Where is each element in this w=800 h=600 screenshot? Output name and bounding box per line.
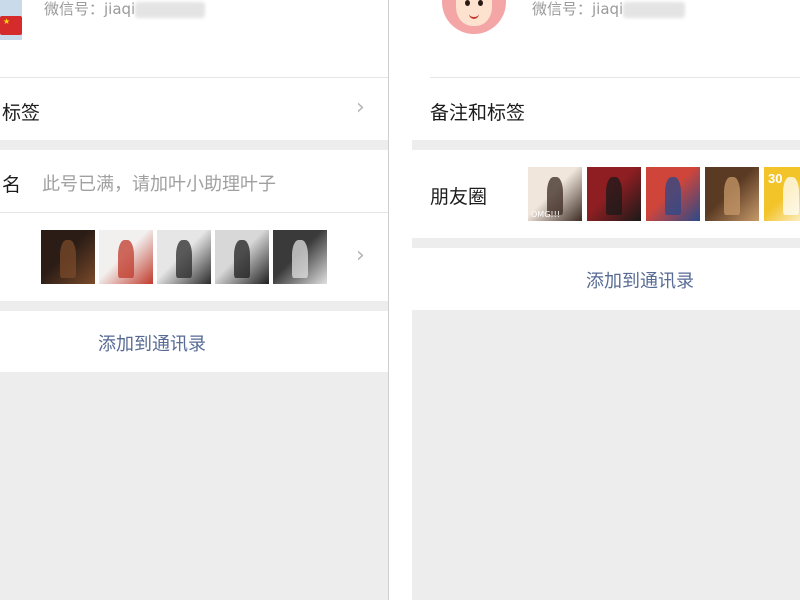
photo-poster-icon[interactable] xyxy=(41,230,95,284)
moments-label: 朋友圈 xyxy=(430,186,488,208)
photo-man-suit-dark-icon[interactable] xyxy=(273,230,327,284)
panel-divider xyxy=(388,0,412,600)
photo-figure xyxy=(605,176,623,215)
wechat-id: 微信号：jiaqi xyxy=(44,0,206,19)
photo-portrait-icon[interactable] xyxy=(705,167,759,221)
avatar-eye xyxy=(465,0,470,6)
photo-yellow-poster-icon[interactable]: 30 xyxy=(764,167,800,221)
photo-man-tuxedo-icon[interactable] xyxy=(215,230,269,284)
photo-figure xyxy=(546,176,564,215)
chevron-right-icon: › xyxy=(356,95,365,120)
china-flag-icon: ★ xyxy=(0,16,22,35)
add-contact-row[interactable]: 添加到通讯录 xyxy=(0,311,388,372)
tags-row[interactable]: 标签 › xyxy=(0,78,388,140)
photo-figure xyxy=(175,239,193,278)
add-contact-button[interactable]: 添加到通讯录 xyxy=(586,267,694,293)
signature-value: 此号已满，请加叶小助理叶子 xyxy=(42,174,276,195)
wechat-id: 微信号：jiaqi xyxy=(532,0,686,19)
avatar-eye xyxy=(478,0,483,6)
redacted-id xyxy=(135,1,206,18)
photo-figure xyxy=(233,239,251,278)
signature-label: 名 xyxy=(2,174,22,196)
photo-caption: OMG!!! xyxy=(531,210,561,219)
photo-stage-red-icon[interactable] xyxy=(587,167,641,221)
wechat-id-text: 微信号：jiaqi xyxy=(532,0,624,18)
photo-figure xyxy=(782,176,800,215)
right-profile-panel: 微信号：jiaqi 备注和标签 朋友圈 OMG!!! 30 添加到通讯录 xyxy=(412,0,800,600)
left-profile-panel: ★ 微信号：jiaqi 标签 › 名 此号已满，请加叶小助理叶子 › 添加到通讯… xyxy=(0,0,388,600)
add-contact-row[interactable]: 添加到通讯录 xyxy=(412,248,800,310)
photo-badge: 30 xyxy=(768,171,783,186)
add-contact-button[interactable]: 添加到通讯录 xyxy=(98,330,206,356)
wechat-id-text: 微信号：jiaqi xyxy=(44,0,136,18)
profile-header: 微信号：jiaqi xyxy=(412,0,800,78)
tags-label: 标签 xyxy=(2,102,41,124)
avatar[interactable]: ★ xyxy=(0,0,22,40)
profile-header: ★ 微信号：jiaqi xyxy=(0,0,388,78)
signature-row: 名 此号已满，请加叶小助理叶子 xyxy=(0,150,388,212)
photo-figure xyxy=(291,239,309,278)
photo-figure xyxy=(59,239,77,278)
remark-tags-label: 备注和标签 xyxy=(430,102,526,124)
photo-lipsticks-icon[interactable] xyxy=(99,230,153,284)
photo-figure xyxy=(664,176,682,215)
avatar[interactable] xyxy=(442,0,506,34)
photo-man-suit-icon[interactable] xyxy=(157,230,211,284)
avatar-face xyxy=(456,0,492,26)
redacted-id xyxy=(623,1,686,18)
photo-figure xyxy=(117,239,135,278)
photo-figure xyxy=(723,176,741,215)
remark-tags-row[interactable]: 备注和标签 xyxy=(412,78,800,140)
moments-row[interactable]: › xyxy=(0,213,388,301)
photo-group-icon[interactable]: OMG!!! xyxy=(528,167,582,221)
photo-crowd-icon[interactable] xyxy=(646,167,700,221)
chevron-right-icon: › xyxy=(356,243,365,268)
moments-row[interactable]: 朋友圈 OMG!!! 30 xyxy=(412,150,800,238)
